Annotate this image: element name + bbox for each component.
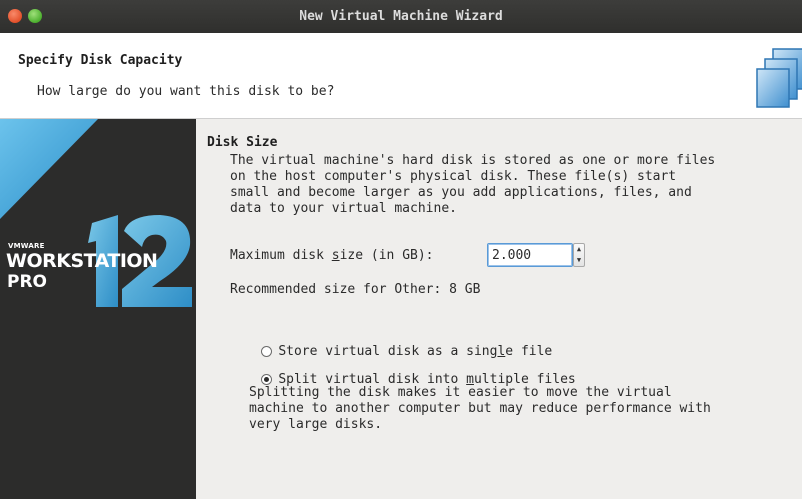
- title-bar: New Virtual Machine Wizard: [0, 0, 802, 33]
- max-disk-size-spinbox[interactable]: ▲ ▼: [487, 243, 585, 269]
- wizard-header: Specify Disk Capacity How large do you w…: [0, 33, 802, 119]
- single-file-radio[interactable]: [261, 346, 273, 357]
- brand-edition-label: PRO: [7, 272, 48, 292]
- decrement-arrow-icon[interactable]: ▼: [574, 255, 584, 266]
- vmware-brand-sidebar: VMWARE WORKSTATION PRO: [0, 119, 196, 499]
- brand-artwork: [0, 119, 192, 307]
- increment-arrow-icon[interactable]: ▲: [574, 244, 584, 255]
- disk-size-panel: Disk Size The virtual machine's hard dis…: [196, 119, 802, 499]
- blue-corner-triangle: [0, 119, 98, 219]
- max-disk-size-input[interactable]: [487, 243, 573, 267]
- virtual-disk-stack-icon: [756, 48, 802, 108]
- recommended-size-text: Recommended size for Other: 8 GB: [230, 282, 481, 297]
- page-title: Specify Disk Capacity: [18, 53, 183, 68]
- brand-product-label: WORKSTATION: [6, 250, 158, 272]
- page-subtitle: How large do you want this disk to be?: [37, 84, 335, 99]
- multiple-files-radio[interactable]: [261, 374, 273, 385]
- spinbox-arrows: ▲ ▼: [573, 243, 585, 267]
- disk-size-description: The virtual machine's hard disk is store…: [230, 153, 716, 216]
- disk-size-heading: Disk Size: [207, 135, 278, 150]
- window-title: New Virtual Machine Wizard: [299, 9, 503, 24]
- split-option-description: Splitting the disk makes it easier to mo…: [249, 385, 711, 432]
- brand-vmware-label: VMWARE: [8, 242, 45, 250]
- max-disk-size-label: Maximum disk size (in GB):: [230, 248, 434, 263]
